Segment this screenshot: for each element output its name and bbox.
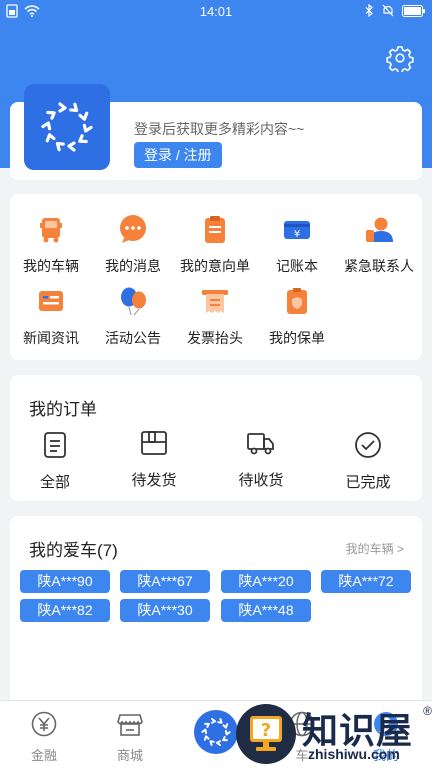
menu-label: 我的意向单 [180,258,250,274]
plate-chip[interactable]: 陕A***30 [120,599,210,622]
watermark-registered-mark: ® [423,704,432,718]
menu-label: 新闻资讯 [23,330,79,346]
my-cars-title: 我的爱车(7) [29,541,118,560]
mute-icon [382,4,394,17]
svg-text:?: ? [261,720,271,741]
menu-item-news[interactable]: 新闻资讯 [10,274,92,346]
app-logo [24,84,110,170]
login-tip: 登录后获取更多精彩内容~~ [134,121,305,137]
clipboard-icon [205,216,225,243]
login-register-button[interactable]: 登录 / 注册 [134,142,222,168]
delivery-truck-icon [247,433,274,455]
menu-label: 紧急联系人 [344,258,414,274]
menu-item-account-book[interactable]: ¥ 记账本 [256,202,338,274]
logo-ring-icon [41,102,93,152]
yen-circle-icon [31,711,57,737]
tab-mall[interactable]: 商城 [90,707,170,765]
profile-card: 登录后获取更多精彩内容~~ 登录 / 注册 [10,84,422,180]
logo-ring-icon [201,718,231,746]
plate-chip[interactable]: 陕A***67 [120,570,210,593]
menu-grid: 我的车辆 我的消息 我的意向单 ¥ 记账本 紧急联系人 新闻资讯 活动公告 发票… [10,194,422,360]
order-label: 待收货 [238,472,284,489]
package-icon [141,431,167,455]
order-label: 已完成 [345,474,391,491]
check-circle-icon [355,432,381,458]
plate-chip[interactable]: 陕A***20 [221,570,311,593]
order-tab-completed[interactable]: 已完成 [328,431,408,501]
battery-icon [402,4,425,17]
bluetooth-icon [365,4,373,17]
watermark: ? 知识屋 ® zhishiwu.com [236,700,432,768]
policy-icon [287,288,307,314]
menu-item-my-vehicles[interactable]: 我的车辆 [10,202,92,274]
contact-person-icon [366,217,393,242]
settings-button[interactable] [386,44,414,74]
menu-label: 记账本 [276,258,318,274]
news-icon [39,291,63,311]
plate-chip[interactable]: 陕A***82 [20,599,110,622]
menu-item-announcements[interactable]: 活动公告 [92,274,174,346]
store-icon [117,714,143,736]
tab-finance[interactable]: 金融 [4,707,84,765]
order-tab-to-receive[interactable]: 待收货 [221,429,301,499]
tab-label: 金融 [30,748,57,763]
plate-chip[interactable]: 陕A***90 [20,570,110,593]
order-label: 待发货 [131,472,177,489]
menu-label: 我的保单 [269,330,325,346]
wallet-icon: ¥ [284,221,310,240]
orders-card: 我的订单 全部 待发货 待收货 已完成 [10,375,422,501]
truck-icon [40,218,62,243]
status-right [365,4,426,17]
balloon-icon [121,287,146,316]
status-bar: 14:01 [0,0,432,24]
plate-chip[interactable]: 陕A***72 [321,570,411,593]
menu-item-intent-orders[interactable]: 我的意向单 [174,202,256,274]
menu-item-invoice-title[interactable]: 发票抬头 [174,274,256,346]
gear-icon [386,46,414,74]
svg-text:¥: ¥ [294,229,300,240]
orders-title: 我的订单 [29,400,97,419]
menu-item-my-policies[interactable]: 我的保单 [256,274,338,346]
menu-label: 发票抬头 [187,330,243,346]
tab-home-logo[interactable] [194,710,238,754]
menu-item-my-messages[interactable]: 我的消息 [92,202,174,274]
monitor-help-icon: ? [236,704,296,764]
order-tab-all[interactable]: 全部 [15,431,95,501]
message-icon [120,215,146,243]
menu-item-emergency-contact[interactable]: 紧急联系人 [338,202,420,274]
invoice-icon [202,290,228,313]
list-icon [44,432,66,458]
watermark-domain: zhishiwu.com [308,746,400,762]
menu-label: 我的消息 [105,258,161,274]
menu-label: 我的车辆 [23,258,79,274]
order-tab-to-ship[interactable]: 待发货 [114,429,194,499]
my-vehicles-link[interactable]: 我的车辆 > [346,540,404,557]
my-cars-card: 我的爱车(7) 我的车辆 > 陕A***90 陕A***67 陕A***20 陕… [10,516,422,700]
menu-label: 活动公告 [105,330,161,346]
tab-label: 商城 [116,748,143,763]
plate-chip[interactable]: 陕A***48 [221,599,311,622]
order-label: 全部 [39,474,70,491]
